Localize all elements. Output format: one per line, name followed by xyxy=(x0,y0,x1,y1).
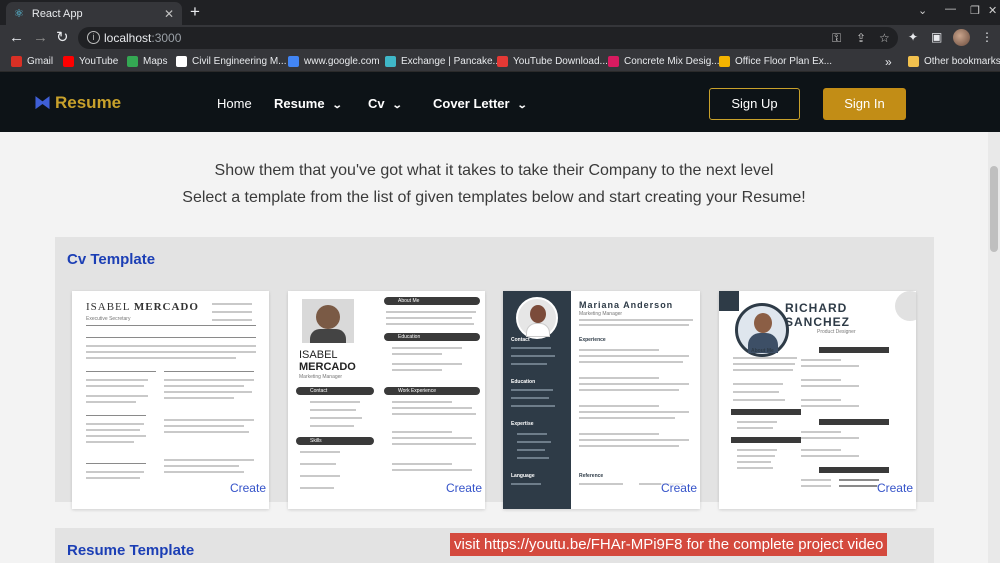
browser-toolbar: ← → ↻ i localhost:3000 ⚿ ⇪ ☆ ✦ ▣ ⋮ xyxy=(0,25,1000,51)
google-icon xyxy=(288,56,299,67)
card2-first-name: ISABEL xyxy=(299,349,338,361)
other-bookmarks[interactable]: Other bookmarks xyxy=(908,54,1000,69)
logo-icon: ⧓ xyxy=(34,93,51,112)
gmail-icon xyxy=(11,56,22,67)
url-text[interactable]: localhost:3000 xyxy=(104,31,181,45)
close-tab-icon[interactable]: ✕ xyxy=(164,7,174,21)
card2-photo xyxy=(302,299,354,343)
globe-icon xyxy=(176,56,187,67)
pancake-icon xyxy=(385,56,396,67)
bookmark-office-floor-plan[interactable]: Office Floor Plan Ex... xyxy=(719,54,832,69)
chevron-down-icon: ⌄ xyxy=(516,100,528,111)
nav-cover-letter[interactable]: Cover Letter ⌄ xyxy=(433,96,528,111)
cv-template-card-2[interactable]: ISABEL MERCADO Marketing Manager Contact… xyxy=(288,291,485,509)
card2-skills-heading: Skills xyxy=(310,438,322,444)
tab-title: React App xyxy=(31,7,83,20)
card4-last-name: SANCHEZ xyxy=(785,315,851,329)
card3-contact-heading: Contact xyxy=(511,337,530,343)
site-info-icon[interactable]: i xyxy=(87,31,100,44)
youtube-icon xyxy=(63,56,74,67)
sidepanel-icon[interactable]: ▣ xyxy=(931,30,942,44)
card2-work-heading: Work Experience xyxy=(398,388,436,394)
maximize-icon[interactable]: ❐ xyxy=(970,4,980,17)
create-link[interactable]: Create xyxy=(876,481,913,495)
card2-title: Marketing Manager xyxy=(299,374,343,380)
bookmark-exchange[interactable]: Exchange | Pancake... xyxy=(385,54,501,69)
cv-template-card-4[interactable]: RICHARD SANCHEZ Product Designer About M… xyxy=(719,291,916,509)
video-link-banner: visit https://youtu.be/FHAr-MPi9F8 for t… xyxy=(450,533,888,556)
bookmarks-overflow-icon[interactable]: » xyxy=(885,54,892,69)
card3-name: Mariana Anderson xyxy=(579,300,674,310)
card2-last-name: MERCADO xyxy=(299,361,356,373)
card3-expertise-heading: Expertise xyxy=(511,421,534,427)
share-icon[interactable]: ⇪ xyxy=(856,31,866,45)
maps-icon xyxy=(127,56,138,67)
folder-icon xyxy=(908,56,919,67)
scrollbar-thumb[interactable] xyxy=(990,166,998,252)
address-bar[interactable]: i localhost:3000 ⚿ ⇪ ☆ xyxy=(78,27,898,49)
browser-tab-strip: ⚛ React App ✕ + ⌄ — ❐ ✕ xyxy=(0,0,1000,25)
create-link[interactable]: Create xyxy=(660,481,697,495)
cv-section-title: Cv Template xyxy=(67,251,156,268)
card1-name: ISABEL MERCADO xyxy=(86,301,199,313)
reload-icon[interactable]: ↻ xyxy=(56,29,69,47)
back-icon[interactable]: ← xyxy=(9,29,24,47)
card1-title: Executive Secretary xyxy=(86,316,131,322)
bookmark-google[interactable]: www.google.com xyxy=(288,54,380,69)
card3-title: Marketing Manager xyxy=(579,311,623,317)
brand-name: Resume xyxy=(55,93,122,112)
download-icon xyxy=(497,56,508,67)
profile-avatar[interactable] xyxy=(953,29,970,46)
create-link[interactable]: Create xyxy=(229,481,266,495)
bookmark-youtube[interactable]: YouTube xyxy=(63,54,118,69)
extensions-icon[interactable]: ✦ xyxy=(908,30,918,44)
nav-cv[interactable]: Cv ⌄ xyxy=(368,96,403,111)
minimize-icon[interactable]: — xyxy=(945,3,956,15)
create-link[interactable]: Create xyxy=(445,481,482,495)
star-icon[interactable]: ☆ xyxy=(879,31,890,45)
nav-home[interactable]: Home xyxy=(217,96,252,111)
bookmark-maps[interactable]: Maps xyxy=(127,54,167,69)
cv-template-card-1[interactable]: ISABEL MERCADO Executive Secretary Creat… xyxy=(72,291,269,509)
card4-about-heading: About Me xyxy=(751,348,774,354)
card4-first-name: RICHARD xyxy=(785,301,848,315)
card2-contact-heading: Contact xyxy=(310,388,328,394)
bookmark-youtube-download[interactable]: YouTube Download... xyxy=(497,54,608,69)
close-window-icon[interactable]: ✕ xyxy=(988,4,997,17)
app-navbar: ⧓ Resume Home Resume ⌄ Cv ⌄ Cover Letter ⌄ … xyxy=(0,72,1000,132)
card2-about-heading: About Me xyxy=(398,298,420,304)
chevron-down-icon: ⌄ xyxy=(391,100,403,111)
bookmark-gmail[interactable]: Gmail xyxy=(11,54,53,69)
card3-photo xyxy=(516,297,558,339)
cv-template-card-3[interactable]: Mariana Anderson Marketing Manager Conta… xyxy=(503,291,700,509)
chevron-down-icon: ⌄ xyxy=(331,100,343,111)
page-icon xyxy=(608,56,619,67)
plan-icon xyxy=(719,56,730,67)
browser-tab[interactable]: ⚛ React App ✕ xyxy=(6,2,182,25)
react-icon: ⚛ xyxy=(14,8,24,20)
sign-up-button[interactable]: Sign Up xyxy=(709,88,800,120)
chevron-down-icon[interactable]: ⌄ xyxy=(918,4,927,17)
card4-title: Product Designer xyxy=(817,329,856,335)
menu-icon[interactable]: ⋮ xyxy=(981,30,993,44)
card3-reference-heading: Reference xyxy=(579,473,604,479)
card3-experience-heading: Experience xyxy=(579,337,606,343)
key-icon[interactable]: ⚿ xyxy=(832,31,841,46)
intro-line-2: Select a template from the list of given… xyxy=(182,189,806,206)
intro-line-1: Show them that you've got what it takes … xyxy=(214,162,774,179)
bookmark-civil-engineering[interactable]: Civil Engineering M... xyxy=(176,54,286,69)
card3-education-heading: Education xyxy=(511,379,536,385)
bookmark-concrete-mix[interactable]: Concrete Mix Desig... xyxy=(608,54,720,69)
card3-language-heading: Language xyxy=(511,473,535,479)
bookmarks-bar: Gmail YouTube Maps Civil Engineering M..… xyxy=(0,51,1000,72)
forward-icon[interactable]: → xyxy=(33,29,48,47)
card2-education-heading: Education xyxy=(398,334,421,340)
resume-section-title: Resume Template xyxy=(67,542,195,559)
brand-logo[interactable]: ⧓ Resume xyxy=(34,93,121,113)
sign-in-button[interactable]: Sign In xyxy=(823,88,906,120)
new-tab-icon[interactable]: + xyxy=(190,3,200,21)
nav-resume[interactable]: Resume ⌄ xyxy=(274,96,343,111)
